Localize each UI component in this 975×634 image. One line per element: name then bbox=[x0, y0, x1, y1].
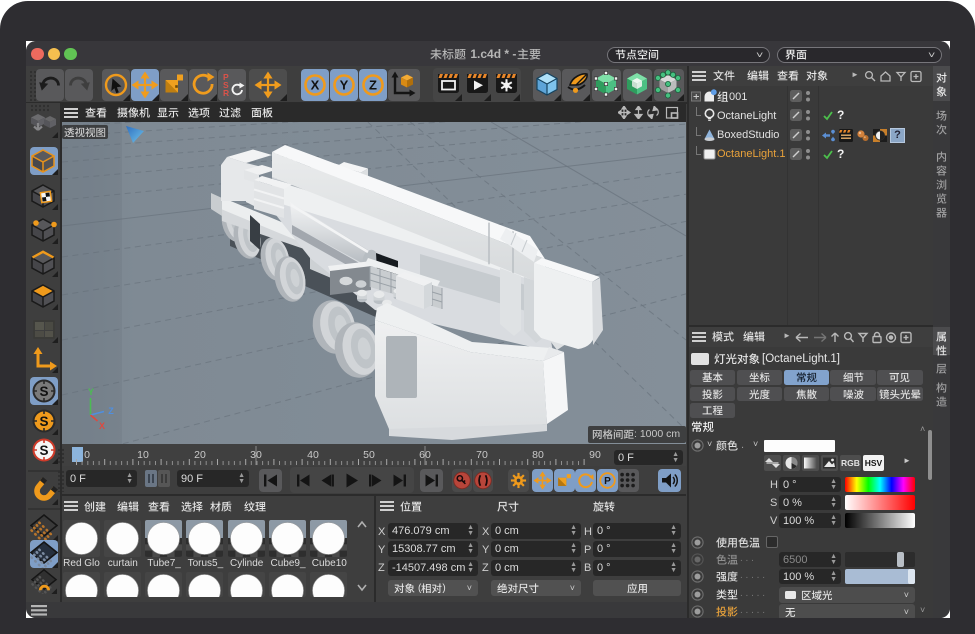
svg-text:R: R bbox=[223, 88, 229, 98]
svg-text:80: 80 bbox=[532, 449, 544, 461]
svg-text:S: S bbox=[39, 384, 48, 399]
svg-text:90: 90 bbox=[589, 449, 601, 461]
svg-text:Y: Y bbox=[340, 77, 349, 92]
svg-text:20: 20 bbox=[194, 449, 206, 461]
svg-text:X: X bbox=[99, 421, 105, 431]
svg-text:70: 70 bbox=[476, 449, 488, 461]
svg-text:S: S bbox=[39, 443, 48, 458]
svg-text:10: 10 bbox=[137, 449, 149, 461]
svg-text:S: S bbox=[39, 414, 48, 429]
svg-text:Z: Z bbox=[108, 406, 114, 416]
svg-text:P: P bbox=[604, 476, 611, 487]
svg-text:Y: Y bbox=[88, 387, 94, 397]
svg-text:40: 40 bbox=[307, 449, 319, 461]
svg-text:0: 0 bbox=[84, 449, 90, 461]
svg-text:50: 50 bbox=[363, 449, 375, 461]
svg-text:Z: Z bbox=[369, 77, 377, 92]
svg-text:X: X bbox=[311, 77, 320, 92]
